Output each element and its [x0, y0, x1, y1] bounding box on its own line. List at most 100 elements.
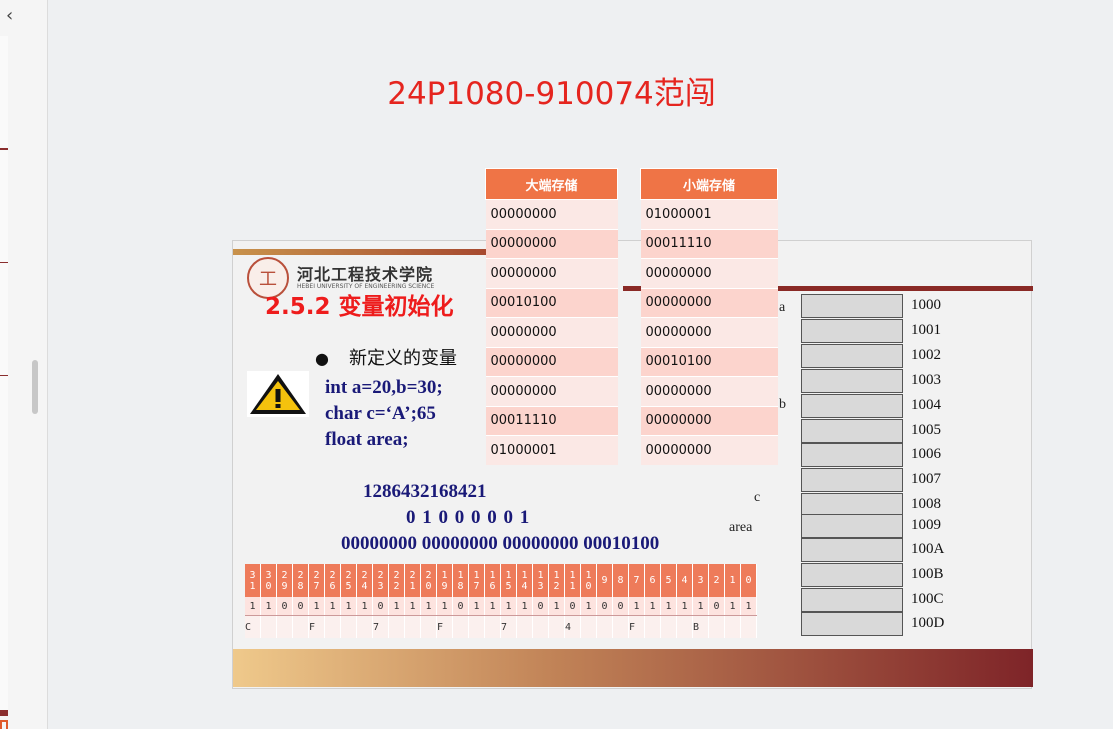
memory-cell — [801, 344, 903, 368]
hex-digit-cell — [516, 615, 533, 638]
bit-value-cell: 1 — [500, 597, 517, 616]
bit-index-cell: 25 — [340, 564, 357, 597]
hex-digit-cell — [468, 615, 485, 638]
big-endian-cell: 00000000 — [485, 376, 618, 406]
hex-digit-cell: F — [308, 615, 325, 638]
hex-digit-cell: F — [436, 615, 453, 638]
current-slide-indicator — [0, 720, 8, 729]
bit-index-cell: 16 — [484, 564, 501, 597]
bit-value-cell: 1 — [628, 597, 645, 616]
bit-value-cell: 1 — [740, 597, 757, 616]
bit-value-cell: 1 — [516, 597, 533, 616]
variable-label-b: b — [779, 397, 786, 412]
bit-value-cell: 0 — [596, 597, 613, 616]
hex-digit-cell — [452, 615, 469, 638]
memory-address: 1009 — [911, 517, 941, 533]
section-title: 2.5.2 变量初始化 — [265, 294, 454, 320]
hex-digit-cell — [324, 615, 341, 638]
int-bits: 00000000 00000000 00000000 00010100 — [341, 533, 660, 554]
little-endian-cell: 01000001 — [640, 199, 778, 229]
slide-thumbnail[interactable] — [0, 263, 8, 381]
thumbnail-scrollbar[interactable] — [32, 360, 38, 414]
bit-value-cell: 1 — [356, 597, 373, 616]
little-endian-cell: 00000000 — [640, 258, 778, 288]
bit-index-digit: 1 — [489, 569, 496, 581]
hex-digit-cell — [388, 615, 405, 638]
hex-digit-cell: F — [628, 615, 645, 638]
little-endian-cell: 00000000 — [640, 435, 778, 465]
memory-cell — [801, 319, 903, 343]
bit-value-cell: 1 — [468, 597, 485, 616]
hex-digit-cell — [292, 615, 309, 638]
bit-value-cell: 1 — [660, 597, 677, 616]
memory-cell — [801, 612, 903, 636]
slide-thumbnail[interactable] — [0, 488, 8, 606]
bit-index-cell: 9 — [596, 564, 613, 597]
bit-index-digit: 7 — [633, 575, 640, 586]
bit-value-cell: 1 — [692, 597, 709, 616]
little-endian-cell: 00010100 — [640, 346, 778, 377]
little-endian-cell: 00000000 — [640, 376, 778, 406]
bit-index-cell: 31 — [245, 564, 261, 597]
back-chevron-icon[interactable]: ‹ — [6, 6, 24, 26]
memory-address: 1000 — [911, 297, 941, 313]
bit-index-cell: 24 — [356, 564, 373, 597]
big-endian-cell: 00000000 — [485, 317, 618, 347]
hex-digit-cell: 4 — [564, 615, 581, 638]
little-endian-cell: 00011110 — [640, 228, 778, 259]
bit-index-digit: 0 — [265, 580, 272, 592]
bit-weights: 1286432168421 — [363, 481, 487, 502]
bit-value-cell: 1 — [308, 597, 325, 616]
slide-thumbnail[interactable] — [0, 598, 8, 716]
hex-digit-cell: 7 — [500, 615, 517, 638]
bit-index-digit: 1 — [473, 569, 480, 581]
bit-value-cell: 1 — [676, 597, 693, 616]
bit-index-digit: 6 — [649, 575, 656, 586]
hex-digit-cell — [708, 615, 725, 638]
bit-index-digit: 8 — [457, 580, 464, 592]
hex-digit-cell — [420, 615, 437, 638]
school-name: 河北工程技术学院 — [297, 265, 434, 284]
decor-footer — [233, 649, 1033, 687]
bit-value-cell: 1 — [420, 597, 437, 616]
hex-digit-cell — [532, 615, 549, 638]
bit-index-digit: 2 — [425, 569, 432, 581]
hex-digit-cell — [612, 615, 629, 638]
bullet-dot-icon: ● — [315, 349, 329, 368]
bit-index-digit: 0 — [425, 580, 432, 592]
bit-value-row: 11001111011110111101010011111011 — [245, 597, 757, 616]
bit-index-digit: 2 — [393, 569, 400, 581]
bit-index-digit: 1 — [409, 580, 416, 592]
slide-canvas[interactable]: 工 河北工程技术学院 HEBEI UNIVERSITY OF ENGINEERI… — [232, 240, 1033, 689]
bit-index-digit: 1 — [585, 569, 592, 581]
bit-index-cell: 30 — [260, 564, 277, 597]
bit-index-cell: 2 — [708, 564, 725, 597]
bit-index-digit: 2 — [377, 569, 384, 581]
bit-index-digit: 1 — [521, 569, 528, 581]
bit-index-digit: 4 — [521, 580, 528, 592]
slide-thumbnail[interactable] — [0, 150, 8, 268]
hex-digit-cell — [580, 615, 597, 638]
bit-value-cell: 1 — [548, 597, 565, 616]
bit-index-digit: 3 — [377, 580, 384, 592]
bit-value-cell: 1 — [245, 597, 261, 616]
slide-thumbnail[interactable] — [0, 376, 8, 494]
bit-index-digit: 9 — [601, 575, 608, 586]
big-endian-cell: 00010100 — [485, 287, 618, 318]
little-endian-table: 小端存储 01000001 00011110 00000000 00000000 000… — [640, 168, 778, 465]
bit-index-digit: 9 — [281, 580, 288, 592]
hex-digit-cell — [596, 615, 613, 638]
memory-address: 1002 — [911, 347, 941, 363]
bit-index-digit: 1 — [553, 569, 560, 581]
bit-value-cell: 0 — [708, 597, 725, 616]
hex-digit-cell: B — [692, 615, 709, 638]
bit-value-cell: 1 — [324, 597, 341, 616]
bit-index-digit: 7 — [313, 580, 320, 592]
bit-index-cell: 29 — [276, 564, 293, 597]
bit-index-cell: 27 — [308, 564, 325, 597]
memory-address: 1005 — [911, 422, 941, 438]
bit-index-row: 3130292827262524232221201918171615141312… — [245, 564, 757, 597]
bit-index-digit: 1 — [505, 569, 512, 581]
code-line: int a=20,b=30; — [325, 377, 443, 398]
bit-index-digit: 0 — [745, 575, 752, 586]
